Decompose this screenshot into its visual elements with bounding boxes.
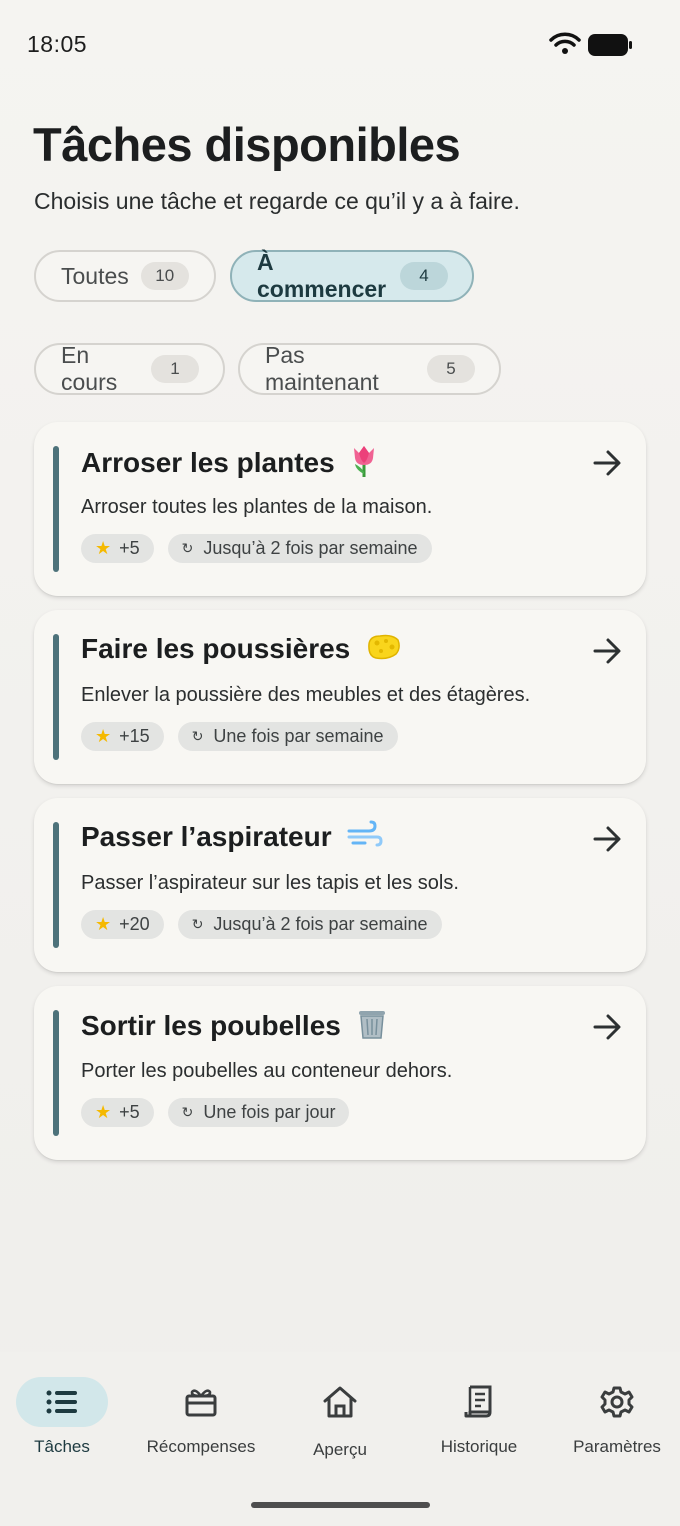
card-accent-bar (53, 822, 59, 948)
card-accent-bar (53, 634, 59, 760)
task-card[interactable]: Faire les poussières Enlever la poussièr… (34, 610, 646, 784)
nav-label: Historique (440, 1437, 518, 1456)
nav-label: Aperçu (313, 1440, 367, 1459)
nav-item-history[interactable]: Historique (411, 1352, 547, 1462)
filter-chip-count: 5 (427, 355, 475, 383)
points-badge: ★ +5 (81, 1098, 154, 1127)
nav-item-settings[interactable]: Paramètres (549, 1352, 680, 1462)
bottom-navigation: Tâches Récompenses Aperçu Historique Par… (0, 1352, 680, 1526)
home-icon (294, 1377, 386, 1427)
task-title: Passer l’aspirateur (81, 820, 383, 857)
task-title: Arroser les plantes (81, 444, 378, 485)
receipt-icon (433, 1377, 525, 1427)
wifi-icon (549, 32, 581, 61)
filter-chip-label: Pas maintenant (265, 342, 379, 395)
repeat-icon: ↻ (181, 1104, 194, 1120)
repeat-icon: ↻ (191, 728, 204, 744)
page-title: Tâches disponibles (33, 118, 461, 171)
star-icon: ★ (95, 538, 112, 558)
task-title: Faire les poussières (81, 632, 402, 669)
star-icon: ★ (95, 1102, 112, 1122)
filter-chip-to-start[interactable]: À commencer 4 (230, 249, 474, 302)
points-badge: ★ +5 (81, 534, 154, 563)
nav-item-overview[interactable]: Aperçu (272, 1352, 408, 1462)
task-title: Sortir les poubelles (81, 1008, 387, 1047)
home-indicator[interactable] (251, 1502, 430, 1508)
status-time: 18:05 (27, 31, 88, 57)
task-card[interactable]: Passer l’aspirateur Passer l’aspirateur … (34, 798, 646, 972)
task-description: Arroser toutes les plantes de la maison. (81, 496, 433, 518)
card-accent-bar (53, 1010, 59, 1136)
points-badge: ★ +15 (81, 722, 164, 751)
filter-chip-all[interactable]: Toutes 10 (34, 250, 216, 302)
tulip-icon (350, 444, 378, 485)
wind-icon (347, 820, 383, 857)
task-description: Porter les poubelles au conteneur dehors… (81, 1060, 453, 1082)
nav-item-rewards[interactable]: Récompenses (133, 1352, 269, 1462)
filter-chip-count: 10 (140, 262, 189, 290)
arrow-right-icon[interactable] (592, 1012, 622, 1047)
task-description: Passer l’aspirateur sur les tapis et les… (81, 872, 459, 894)
points-badge: ★ +20 (81, 910, 164, 939)
filter-chip-label: En cours (61, 342, 118, 395)
status-bar: 18:05 (0, 0, 680, 90)
filter-chip-label: Toutes (61, 262, 129, 289)
nav-label: Tâches (34, 1437, 90, 1456)
task-description: Enlever la poussière des meubles et des … (81, 684, 531, 706)
arrow-right-icon[interactable] (592, 448, 622, 483)
task-card[interactable]: Arroser les plantes Arroser toutes les p… (34, 422, 646, 596)
nav-label: Récompenses (146, 1437, 256, 1456)
nav-item-tasks[interactable]: Tâches (0, 1352, 130, 1462)
page-subtitle: Choisis une tâche et regarde ce qu’il y … (34, 188, 520, 214)
star-icon: ★ (95, 914, 112, 934)
battery-icon (588, 34, 634, 61)
arrow-right-icon[interactable] (592, 636, 622, 671)
repeat-icon: ↻ (191, 916, 204, 932)
frequency-badge: ↻ Jusqu’à 2 fois par semaine (177, 910, 442, 939)
trash-icon (357, 1008, 387, 1047)
filter-chip-count: 1 (151, 355, 199, 383)
gift-icon (155, 1377, 247, 1427)
filter-chip-label: À commencer (257, 249, 387, 302)
repeat-icon: ↻ (181, 540, 194, 556)
filter-chip-count: 4 (400, 262, 448, 290)
frequency-badge: ↻ Une fois par jour (167, 1098, 350, 1127)
gear-icon (571, 1377, 663, 1427)
frequency-badge: ↻ Jusqu’à 2 fois par semaine (167, 534, 432, 563)
list-icon (16, 1377, 108, 1427)
task-card[interactable]: Sortir les poubelles Porter les poubelle… (34, 986, 646, 1160)
nav-label: Paramètres (573, 1437, 661, 1456)
arrow-right-icon[interactable] (592, 824, 622, 859)
filter-chip-in-progress[interactable]: En cours 1 (34, 342, 225, 395)
card-accent-bar (53, 446, 59, 572)
frequency-badge: ↻ Une fois par semaine (177, 722, 398, 751)
sponge-icon (366, 632, 402, 669)
star-icon: ★ (95, 726, 112, 746)
filter-chip-not-now[interactable]: Pas maintenant 5 (238, 342, 501, 395)
